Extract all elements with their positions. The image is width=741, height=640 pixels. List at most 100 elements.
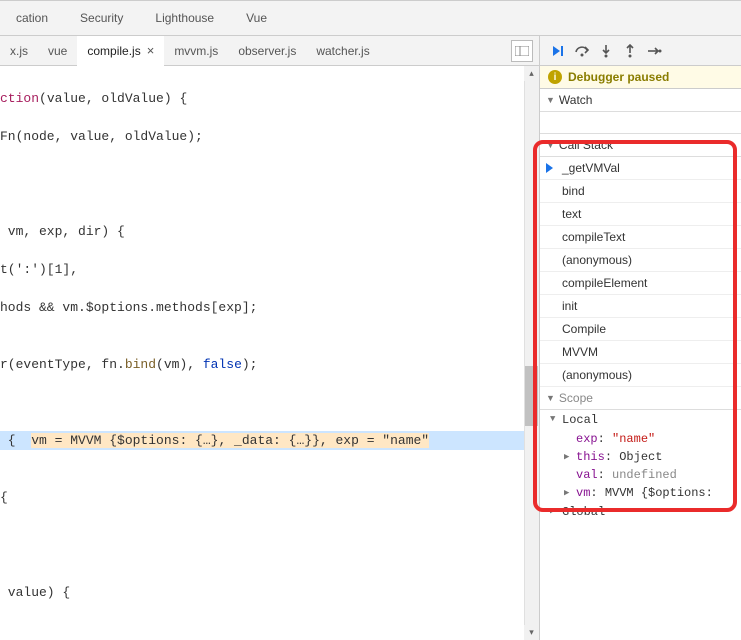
code-token: { <box>0 433 31 448</box>
file-tab-xjs[interactable]: x.js <box>0 36 38 65</box>
code-token: ction <box>0 89 39 108</box>
chevron-down-icon: ▼ <box>546 393 555 403</box>
execution-line: { vm = MVVM {$options: {…}, _data: {…}},… <box>0 431 535 450</box>
main-area: x.js vue compile.js × mvvm.js observer.j… <box>0 36 741 640</box>
stack-frame[interactable]: text <box>540 203 741 226</box>
debugger-paused-label: Debugger paused <box>568 70 669 84</box>
stack-frame[interactable]: (anonymous) <box>540 364 741 387</box>
chevron-right-icon: ▶ <box>564 452 569 462</box>
devtools-tab-bar: cation Security Lighthouse Vue <box>0 0 741 36</box>
inline-value: exp = "name" <box>335 433 429 448</box>
show-navigator-icon[interactable] <box>511 40 533 62</box>
editor-scrollbar[interactable]: ▴ ▾ <box>524 66 539 640</box>
stack-frame-label: text <box>562 207 581 221</box>
chevron-down-icon: ▼ <box>546 140 555 150</box>
code-token: (vm), <box>156 355 203 374</box>
file-tabs-toolbar <box>505 40 539 62</box>
stack-frame-label: (anonymous) <box>562 253 632 267</box>
code-token: { <box>0 488 8 507</box>
chevron-down-icon: ▼ <box>546 95 555 105</box>
scroll-down-icon[interactable]: ▾ <box>524 625 539 640</box>
code-editor[interactable]: ction(value, oldValue) { Fn(node, value,… <box>0 66 539 640</box>
file-tab-vue[interactable]: vue <box>38 36 77 65</box>
info-icon: i <box>548 70 562 84</box>
code-token: (value, oldValue) { <box>39 89 187 108</box>
debugger-paused-banner: i Debugger paused <box>540 66 741 89</box>
chevron-down-icon: ▼ <box>550 414 555 424</box>
stack-frame[interactable]: _getVMVal <box>540 157 741 180</box>
code-token: ); <box>242 355 258 374</box>
watch-label: Watch <box>559 93 593 107</box>
file-tab-watcherjs[interactable]: watcher.js <box>306 36 379 65</box>
tab-application[interactable]: cation <box>0 1 64 35</box>
file-tab-label: vue <box>48 44 67 58</box>
tab-lighthouse[interactable]: Lighthouse <box>139 1 230 35</box>
scope-variable[interactable]: val: undefined <box>540 466 741 484</box>
file-tab-observerjs[interactable]: observer.js <box>228 36 306 65</box>
code-token: vm, exp, dir) { <box>0 222 125 241</box>
file-tab-label: mvvm.js <box>174 44 218 58</box>
stack-frame[interactable]: Compile <box>540 318 741 341</box>
callstack-label: Call Stack <box>559 138 613 152</box>
stack-frame[interactable]: compileText <box>540 226 741 249</box>
scope-local-label: Local <box>562 413 598 427</box>
scope-label: Scope <box>559 391 593 405</box>
stack-frame-label: init <box>562 299 577 313</box>
stack-frame[interactable]: (anonymous) <box>540 249 741 272</box>
code-token: hods && vm.$options.methods[exp]; <box>0 298 257 317</box>
step-button[interactable] <box>642 39 666 63</box>
file-tab-label: x.js <box>10 44 28 58</box>
scope-var-value: MVVM {$options: <box>605 486 713 500</box>
file-tab-mvvmjs[interactable]: mvvm.js <box>164 36 228 65</box>
stack-frame[interactable]: bind <box>540 180 741 203</box>
code-token: t(':')[1], <box>0 260 78 279</box>
stack-frame[interactable]: init <box>540 295 741 318</box>
code-token: r(eventType, fn. <box>0 355 125 374</box>
tab-vue[interactable]: Vue <box>230 1 283 35</box>
chevron-right-icon: ▶ <box>564 488 569 498</box>
scope-var-name: val <box>576 468 598 482</box>
editor-pane: x.js vue compile.js × mvvm.js observer.j… <box>0 36 539 640</box>
step-into-button[interactable] <box>594 39 618 63</box>
tab-security[interactable]: Security <box>64 1 139 35</box>
scope-var-name: this <box>576 450 605 464</box>
scope-global-header[interactable]: ▶ Global <box>540 502 741 522</box>
scope-local-header[interactable]: ▼ Local <box>540 410 741 430</box>
scroll-up-icon[interactable]: ▴ <box>524 66 539 81</box>
step-out-button[interactable] <box>618 39 642 63</box>
callstack-section-header[interactable]: ▼ Call Stack <box>540 134 741 157</box>
stack-frame[interactable]: MVVM <box>540 341 741 364</box>
stack-frame-label: (anonymous) <box>562 368 632 382</box>
scope-var-value: undefined <box>612 468 677 482</box>
scope-variable[interactable]: ▶ this: Object <box>540 448 741 466</box>
code-token: , <box>320 433 336 448</box>
scope-global-label: Global <box>562 505 605 519</box>
watch-empty <box>540 112 741 134</box>
close-icon[interactable]: × <box>147 43 155 58</box>
stack-frame-label: _getVMVal <box>562 161 620 175</box>
file-tab-label: watcher.js <box>316 44 369 58</box>
scope-var-name: exp <box>576 432 598 446</box>
scope-variable[interactable]: exp: "name" <box>540 430 741 448</box>
code-token: Fn(node, value, oldValue); <box>0 127 203 146</box>
stack-frame[interactable]: compileElement <box>540 272 741 295</box>
file-tabs: x.js vue compile.js × mvvm.js observer.j… <box>0 36 539 66</box>
scope-section-header[interactable]: ▼ Scope <box>540 387 741 410</box>
chevron-right-icon: ▶ <box>550 506 555 516</box>
file-tab-label: compile.js <box>87 44 140 58</box>
code-token: bind <box>125 355 156 374</box>
scrollbar-thumb[interactable] <box>525 366 538 426</box>
watch-section-header[interactable]: ▼ Watch <box>540 89 741 112</box>
debugger-pane: i Debugger paused ▼ Watch ▼ Call Stack _… <box>539 36 741 640</box>
step-over-button[interactable] <box>570 39 594 63</box>
inline-value: vm = MVVM {$options: {…}, _data: {…}} <box>31 433 320 448</box>
resume-button[interactable] <box>546 39 570 63</box>
code-token: false <box>203 355 242 374</box>
stack-frame-label: compileText <box>562 230 625 244</box>
stack-frame-label: MVVM <box>562 345 598 359</box>
stack-frame-label: bind <box>562 184 585 198</box>
scope-var-value: Object <box>619 450 662 464</box>
file-tab-compilejs[interactable]: compile.js × <box>77 36 164 65</box>
scope-variable[interactable]: ▶ vm: MVVM {$options: <box>540 484 741 502</box>
code-token: value) { <box>0 583 70 602</box>
